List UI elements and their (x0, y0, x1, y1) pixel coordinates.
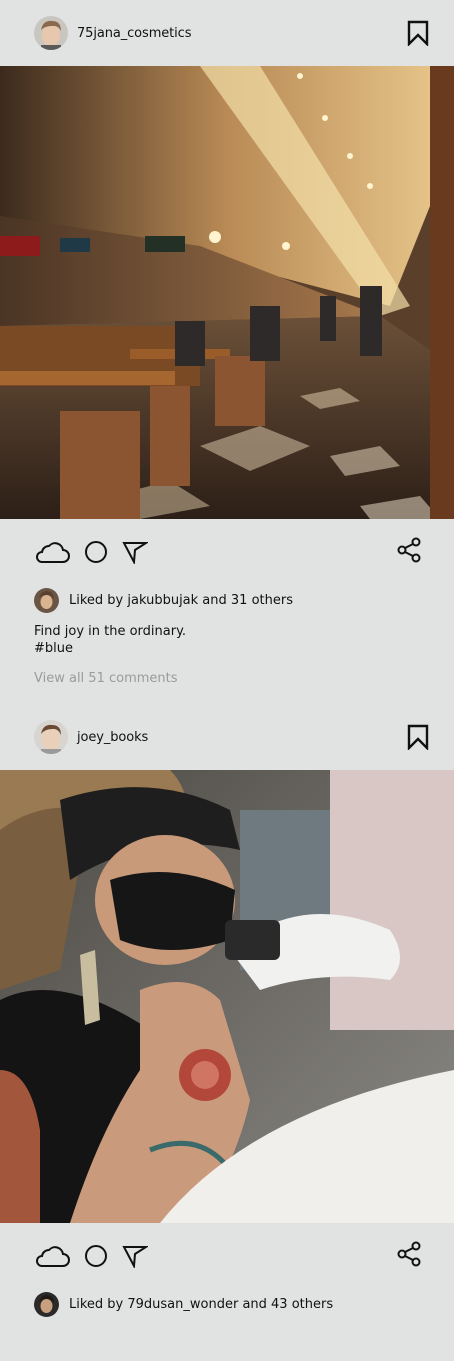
avatar[interactable] (34, 720, 68, 754)
circle-icon[interactable] (84, 1244, 108, 1268)
likes-summary: Liked by jakubbujak and 31 others (0, 585, 454, 615)
avatar[interactable] (34, 587, 59, 613)
post-photo[interactable] (0, 770, 454, 1223)
post-caption: Find joy in the ordinary. #blue (0, 615, 454, 657)
cloud-icon[interactable] (34, 540, 70, 564)
view-comments-link[interactable]: View all 51 comments (0, 657, 454, 686)
post-header: joey_books (0, 704, 454, 770)
username[interactable]: joey_books (77, 730, 148, 745)
share-icon[interactable] (397, 1241, 421, 1271)
caption-hashtag[interactable]: #blue (34, 640, 454, 657)
avatar[interactable] (34, 1291, 59, 1317)
post-header: 75jana_cosmetics (0, 0, 454, 66)
cloud-icon[interactable] (34, 1244, 70, 1268)
bookmark-icon[interactable] (406, 724, 430, 751)
likes-summary: Liked by 79dusan_wonder and 43 others (0, 1289, 454, 1319)
username[interactable]: 75jana_cosmetics (77, 26, 192, 41)
bookmark-icon[interactable] (406, 20, 430, 47)
post-card: joey_books Liked by 79dusan_wonder and 4… (0, 704, 454, 1319)
likes-text[interactable]: Liked by jakubbujak and 31 others (69, 593, 293, 608)
send-icon[interactable] (122, 1244, 148, 1268)
avatar[interactable] (34, 16, 68, 50)
share-icon[interactable] (397, 537, 421, 567)
post-card: 75jana_cosmetics Liked by jakubbujak and… (0, 0, 454, 704)
post-photo[interactable] (0, 66, 454, 519)
circle-icon[interactable] (84, 540, 108, 564)
post-actions (0, 1223, 454, 1289)
send-icon[interactable] (122, 540, 148, 564)
likes-text[interactable]: Liked by 79dusan_wonder and 43 others (69, 1297, 333, 1312)
post-actions (0, 519, 454, 585)
caption-text: Find joy in the ordinary. (34, 624, 187, 639)
